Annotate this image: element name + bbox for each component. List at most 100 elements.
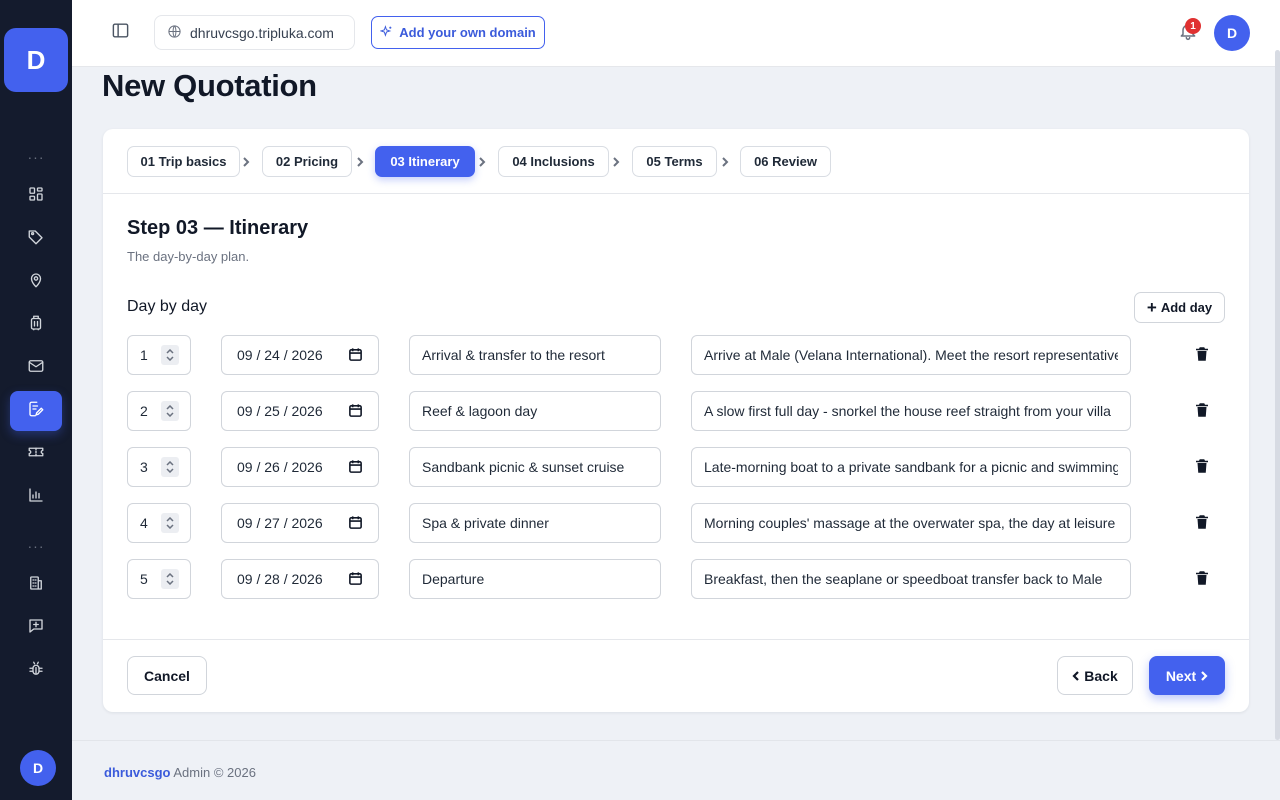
step-terms[interactable]: 05 Terms bbox=[632, 146, 717, 177]
day-description-input[interactable]: A slow first full day - snorkel the hous… bbox=[691, 391, 1131, 431]
sidebar-item-quotations[interactable] bbox=[10, 391, 62, 431]
calendar-icon[interactable] bbox=[348, 515, 363, 530]
stepper: 01 Trip basics 02 Pricing 03 Itinerary 0… bbox=[103, 129, 1249, 194]
step-trip-basics[interactable]: 01 Trip basics bbox=[127, 146, 240, 177]
next-label: Next bbox=[1165, 667, 1197, 684]
calendar-icon[interactable] bbox=[348, 403, 363, 418]
trash-icon[interactable] bbox=[1193, 401, 1211, 419]
day-description-input[interactable]: Late-morning boat to a private sandbank … bbox=[691, 447, 1131, 487]
day-date-value: 09 / 26 / 2026 bbox=[237, 459, 323, 475]
day-number-value: 2 bbox=[140, 403, 148, 419]
step-pricing[interactable]: 02 Pricing bbox=[262, 146, 352, 177]
day-title-input[interactable]: Reef & lagoon day bbox=[409, 391, 661, 431]
sidebar-item-tags[interactable] bbox=[10, 219, 62, 259]
day-number-input[interactable]: 2 bbox=[127, 391, 191, 431]
sidebar-item-dashboard[interactable] bbox=[10, 176, 62, 216]
step-review[interactable]: 06 Review bbox=[740, 146, 831, 177]
day-date-value: 09 / 24 / 2026 bbox=[237, 347, 323, 363]
calendar-icon[interactable] bbox=[348, 571, 363, 586]
day-date-value: 09 / 25 / 2026 bbox=[237, 403, 323, 419]
day-number-input[interactable]: 3 bbox=[127, 447, 191, 487]
chevron-right-icon bbox=[355, 155, 365, 167]
chevron-right-icon bbox=[477, 155, 487, 167]
day-date-input[interactable]: 09 / 28 / 2026 bbox=[221, 559, 379, 599]
brand-logo[interactable]: D bbox=[4, 28, 68, 92]
day-date-input[interactable]: 09 / 24 / 2026 bbox=[221, 335, 379, 375]
number-spinner[interactable] bbox=[161, 569, 179, 589]
dashboard-icon bbox=[27, 185, 45, 208]
itinerary-row: 1 09 / 24 / 2026 Arrival & transfer to t… bbox=[103, 335, 1249, 375]
day-number-value: 4 bbox=[140, 515, 148, 531]
day-number-value: 1 bbox=[140, 347, 148, 363]
cancel-label: Cancel bbox=[144, 667, 190, 684]
sidebar-item-locations[interactable] bbox=[10, 262, 62, 302]
cancel-button[interactable]: Cancel bbox=[127, 656, 207, 695]
sidebar-item-bug-report[interactable] bbox=[10, 651, 62, 691]
itinerary-row: 5 09 / 28 / 2026 Departure Breakfast, th… bbox=[103, 559, 1249, 599]
sidebar-item-trips[interactable] bbox=[10, 305, 62, 345]
day-title-input[interactable]: Sandbank picnic & sunset cruise bbox=[409, 447, 661, 487]
tag-icon bbox=[27, 228, 45, 251]
luggage-icon bbox=[27, 314, 45, 337]
day-title-value: Spa & private dinner bbox=[422, 515, 549, 531]
calendar-icon[interactable] bbox=[348, 347, 363, 362]
domain-link[interactable]: dhruvcsgo.tripluka.com bbox=[154, 15, 355, 50]
sidebar-toggle-button[interactable] bbox=[108, 22, 132, 44]
number-spinner[interactable] bbox=[161, 345, 179, 365]
day-date-input[interactable]: 09 / 25 / 2026 bbox=[221, 391, 379, 431]
day-description-input[interactable]: Breakfast, then the seaplane or speedboa… bbox=[691, 559, 1131, 599]
sidebar-item-reports[interactable] bbox=[10, 477, 62, 517]
trash-icon[interactable] bbox=[1193, 569, 1211, 587]
message-plus-icon bbox=[27, 617, 45, 640]
profile-avatar[interactable]: D bbox=[1214, 15, 1250, 51]
day-description-input[interactable]: Morning couples' massage at the overwate… bbox=[691, 503, 1131, 543]
step-heading: Step 03 — Itinerary bbox=[127, 217, 309, 239]
page-scrollbar[interactable] bbox=[1275, 50, 1280, 740]
number-spinner[interactable] bbox=[161, 401, 179, 421]
trash-icon[interactable] bbox=[1193, 345, 1211, 363]
step-inclusions[interactable]: 04 Inclusions bbox=[498, 146, 609, 177]
calendar-icon[interactable] bbox=[348, 459, 363, 474]
trash-icon[interactable] bbox=[1193, 513, 1211, 531]
day-number-input[interactable]: 1 bbox=[127, 335, 191, 375]
next-button[interactable]: Next bbox=[1149, 656, 1225, 695]
add-domain-label: Add your own domain bbox=[399, 25, 536, 40]
plus-icon: + bbox=[1146, 298, 1157, 317]
day-number-input[interactable]: 4 bbox=[127, 503, 191, 543]
sidebar-item-company[interactable] bbox=[10, 565, 62, 605]
user-avatar[interactable]: D bbox=[20, 750, 56, 786]
quotation-wizard-card: 01 Trip basics 02 Pricing 03 Itinerary 0… bbox=[103, 129, 1249, 712]
chevron-right-icon bbox=[611, 155, 621, 167]
sidebar-item-feedback[interactable] bbox=[10, 608, 62, 648]
day-number-value: 5 bbox=[140, 571, 148, 587]
trash-icon[interactable] bbox=[1193, 457, 1211, 475]
itinerary-row: 2 09 / 25 / 2026 Reef & lagoon day A slo… bbox=[103, 391, 1249, 431]
sidebar-item-mail[interactable] bbox=[10, 348, 62, 388]
day-title-input[interactable]: Departure bbox=[409, 559, 661, 599]
sidebar-item-tickets[interactable] bbox=[10, 434, 62, 474]
day-date-input[interactable]: 09 / 26 / 2026 bbox=[221, 447, 379, 487]
day-date-input[interactable]: 09 / 27 / 2026 bbox=[221, 503, 379, 543]
section-label: Day by day bbox=[127, 298, 208, 315]
day-description-value: Late-morning boat to a private sandbank … bbox=[704, 459, 1118, 475]
day-description-value: Breakfast, then the seaplane or speedboa… bbox=[704, 571, 1103, 587]
number-spinner[interactable] bbox=[161, 457, 179, 477]
add-domain-button[interactable]: Add your own domain bbox=[371, 16, 545, 49]
chevron-right-icon bbox=[720, 155, 730, 167]
day-description-input[interactable]: Arrive at Male (Velana International). M… bbox=[691, 335, 1131, 375]
day-title-input[interactable]: Spa & private dinner bbox=[409, 503, 661, 543]
number-spinner[interactable] bbox=[161, 513, 179, 533]
globe-icon bbox=[167, 24, 182, 42]
day-title-input[interactable]: Arrival & transfer to the resort bbox=[409, 335, 661, 375]
bug-icon bbox=[27, 660, 45, 683]
sparkle-icon bbox=[379, 24, 393, 41]
add-day-button[interactable]: + Add day bbox=[1134, 292, 1225, 323]
card-divider bbox=[103, 639, 1249, 640]
itinerary-row: 3 09 / 26 / 2026 Sandbank picnic & sunse… bbox=[103, 447, 1249, 487]
back-button[interactable]: Back bbox=[1057, 656, 1133, 695]
page-footer: dhruvcsgo Admin © 2026 bbox=[72, 740, 1280, 800]
step-itinerary[interactable]: 03 Itinerary bbox=[375, 146, 475, 177]
sidebar: D ··· ··· D bbox=[0, 0, 72, 800]
footer-brand[interactable]: dhruvcsgo bbox=[104, 765, 170, 780]
day-number-input[interactable]: 5 bbox=[127, 559, 191, 599]
